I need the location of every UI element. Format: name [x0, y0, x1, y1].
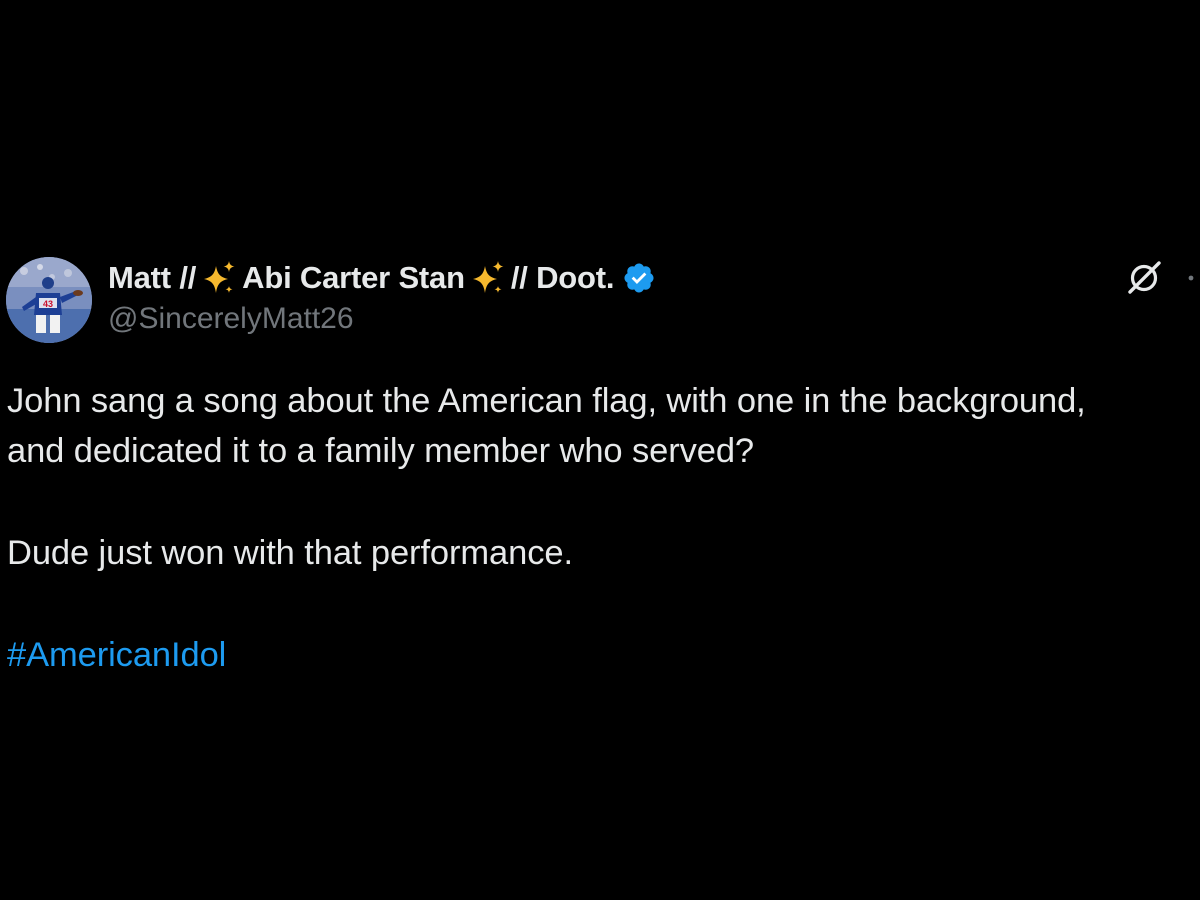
sparkles-icon: [472, 261, 504, 293]
more-options-icon[interactable]: [1183, 270, 1200, 286]
display-name-part2: Abi Carter Stan: [242, 260, 465, 295]
user-handle[interactable]: @SincerelyMatt26: [108, 302, 354, 336]
hashtag-link[interactable]: #AmericanIdol: [7, 636, 226, 674]
sparkles-icon: [204, 261, 235, 293]
verified-badge-icon: [624, 263, 654, 293]
tweet-text: John sang a song about the American flag…: [7, 376, 1197, 680]
display-name-part1: Matt //: [108, 260, 197, 295]
tweet-text-line: John sang a song about the American flag…: [7, 382, 1086, 420]
tweet-text-line: Dude just won with that performance.: [7, 534, 573, 572]
grok-icon[interactable]: [1126, 260, 1162, 296]
tweet-card: 43 Matt // Abi Carter Stan // Doot. @Sin…: [0, 0, 1200, 900]
avatar-photo-icon: 43: [6, 257, 92, 343]
display-name[interactable]: Matt // Abi Carter Stan // Doot.: [108, 258, 656, 298]
display-name-part3: // Doot.: [510, 260, 615, 295]
svg-text:43: 43: [43, 299, 53, 309]
tweet-text-line: and dedicated it to a family member who …: [7, 432, 755, 470]
avatar[interactable]: 43: [6, 257, 92, 343]
